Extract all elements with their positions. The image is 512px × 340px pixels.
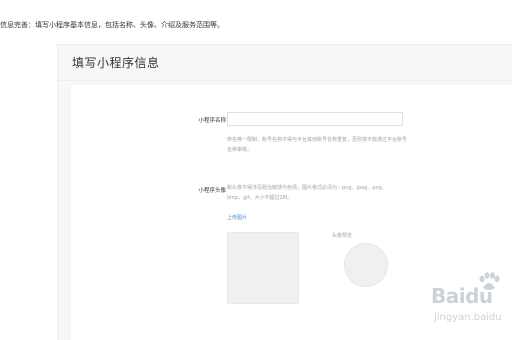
page-title: 填写小程序信息 bbox=[72, 56, 160, 70]
avatar-upload-box[interactable] bbox=[227, 232, 299, 304]
title-divider bbox=[58, 80, 512, 81]
name-input[interactable] bbox=[227, 112, 403, 126]
mini-program-info-panel: 填写小程序信息 小程序名称 命名唯一限制：账号名称不得与平台其他账号名称重复，否… bbox=[57, 44, 512, 340]
upload-image-link[interactable]: 上传图片 bbox=[227, 214, 247, 221]
avatar-field-label: 小程序头像 bbox=[198, 188, 226, 194]
avatar-preview-circle bbox=[344, 243, 388, 287]
name-field-label: 小程序名称 bbox=[198, 118, 226, 124]
avatar-hint-text: 新头像不得涉及政治敏感与色情，图片格式必须为：png、jpeg、png、bmp、… bbox=[227, 185, 387, 201]
instruction-text: 信息完善：填写小程序基本信息，包括名称、头像、介绍及服务范围等。 bbox=[0, 21, 224, 29]
info-form: 小程序名称 命名唯一限制：账号名称不得与平台其他账号名称重复，否则将不能通过平台… bbox=[71, 85, 512, 340]
avatar-preview-label: 头像预览 bbox=[332, 233, 353, 239]
name-hint-text: 命名唯一限制：账号名称不得与平台其他账号名称重复，否则将不能通过平台账号名称审核… bbox=[227, 137, 408, 153]
